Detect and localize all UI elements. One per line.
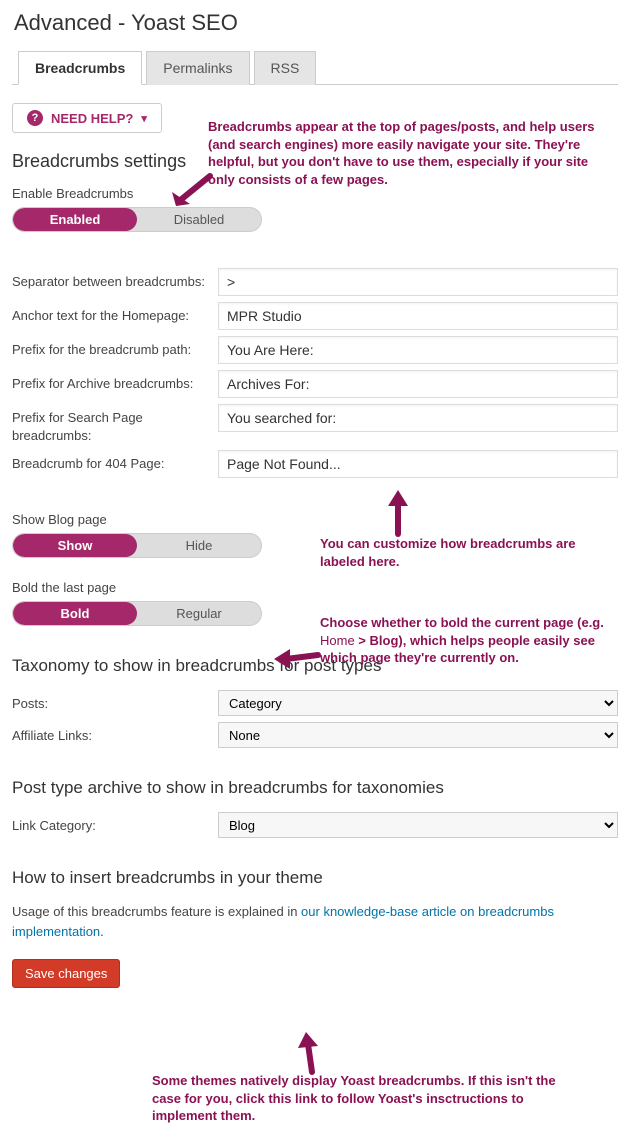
- affiliate-label: Affiliate Links:: [12, 722, 210, 745]
- show-blog-on[interactable]: Show: [13, 534, 137, 557]
- prefix-path-label: Prefix for the breadcrumb path:: [12, 336, 210, 359]
- enable-off[interactable]: Disabled: [137, 208, 261, 231]
- tab-rss[interactable]: RSS: [254, 51, 317, 85]
- show-blog-label: Show Blog page: [12, 512, 618, 527]
- page-404-label: Breadcrumb for 404 Page:: [12, 450, 210, 473]
- bold-last-off[interactable]: Regular: [137, 602, 261, 625]
- need-help-button[interactable]: ? NEED HELP? ▾: [12, 103, 162, 133]
- separator-label: Separator between breadcrumbs:: [12, 268, 210, 291]
- posts-label: Posts:: [12, 690, 210, 713]
- separator-input[interactable]: [218, 268, 618, 296]
- anchor-label: Anchor text for the Homepage:: [12, 302, 210, 325]
- show-blog-toggle[interactable]: Show Hide: [12, 533, 262, 558]
- archive-heading: Post type archive to show in breadcrumbs…: [12, 778, 618, 798]
- bold-last-toggle[interactable]: Bold Regular: [12, 601, 262, 626]
- chevron-down-icon: ▾: [141, 112, 147, 125]
- enable-label: Enable Breadcrumbs: [12, 186, 618, 201]
- tab-bar: Breadcrumbs Permalinks RSS: [12, 50, 618, 85]
- show-blog-off[interactable]: Hide: [137, 534, 261, 557]
- prefix-search-input[interactable]: [218, 404, 618, 432]
- anchor-input[interactable]: [218, 302, 618, 330]
- affiliate-select[interactable]: None: [218, 722, 618, 748]
- prefix-search-label: Prefix for Search Page breadcrumbs:: [12, 404, 210, 444]
- need-help-label: NEED HELP?: [51, 111, 133, 126]
- save-button[interactable]: Save changes: [12, 959, 120, 988]
- annotation-bold: Choose whether to bold the current page …: [320, 614, 620, 667]
- link-category-label: Link Category:: [12, 812, 210, 835]
- arrow-icon: [290, 1030, 330, 1076]
- enable-toggle[interactable]: Enabled Disabled: [12, 207, 262, 232]
- annotation-top: Breadcrumbs appear at the top of pages/p…: [208, 118, 613, 188]
- page-404-input[interactable]: [218, 450, 618, 478]
- question-icon: ?: [27, 110, 43, 126]
- prefix-archive-input[interactable]: [218, 370, 618, 398]
- enable-on[interactable]: Enabled: [13, 208, 137, 231]
- bold-last-label: Bold the last page: [12, 580, 618, 595]
- prefix-path-input[interactable]: [218, 336, 618, 364]
- insert-heading: How to insert breadcrumbs in your theme: [12, 868, 618, 888]
- tab-breadcrumbs[interactable]: Breadcrumbs: [18, 51, 142, 85]
- insert-text: Usage of this breadcrumbs feature is exp…: [12, 902, 618, 941]
- posts-select[interactable]: Category: [218, 690, 618, 716]
- prefix-archive-label: Prefix for Archive breadcrumbs:: [12, 370, 210, 393]
- annotation-labels: You can customize how breadcrumbs are la…: [320, 535, 620, 570]
- annotation-bottom: Some themes natively display Yoast bread…: [152, 1072, 572, 1125]
- bold-last-on[interactable]: Bold: [13, 602, 137, 625]
- link-category-select[interactable]: Blog: [218, 812, 618, 838]
- page-title: Advanced - Yoast SEO: [14, 10, 618, 36]
- tab-permalinks[interactable]: Permalinks: [146, 51, 249, 85]
